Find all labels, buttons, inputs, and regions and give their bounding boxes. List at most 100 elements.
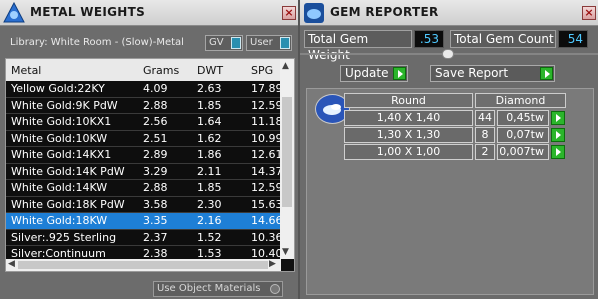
metal-name-cell: White Gold:14KW xyxy=(11,181,108,194)
table-row[interactable]: White Gold:18KW 3.35 2.16 14.66 xyxy=(6,213,281,230)
save-report-button[interactable]: Save Report xyxy=(430,65,555,82)
close-icon[interactable]: × xyxy=(582,6,596,20)
gem-row-play-icon[interactable] xyxy=(551,111,565,125)
user-toggle[interactable]: User xyxy=(246,35,292,51)
user-switch-icon xyxy=(280,37,290,49)
table-row[interactable]: Silver:.925 Sterling 2.37 1.52 10.36 xyxy=(6,229,281,246)
spg-cell: 17.89 xyxy=(251,82,281,95)
user-toggle-label: User xyxy=(250,37,273,48)
metal-name-cell: White Gold:18KW xyxy=(11,214,108,227)
col-dwt-header[interactable]: DWT xyxy=(197,64,245,77)
dwt-cell: 1.64 xyxy=(197,115,222,128)
gem-count-cell: 2 xyxy=(475,144,495,160)
grams-cell: 2.56 xyxy=(143,115,168,128)
gv-switch-icon xyxy=(231,37,241,49)
gem-size-cell: 1,40 X 1,40 xyxy=(344,110,473,126)
metal-name-cell: White Gold:18K PdW xyxy=(11,197,125,211)
metal-table-header: Metal Grams DWT SPG xyxy=(6,59,281,81)
gem-reporter-icon xyxy=(304,3,324,23)
dwt-cell: 1.85 xyxy=(197,181,222,194)
gv-toggle[interactable]: GV xyxy=(205,35,243,51)
metal-weights-icon xyxy=(3,1,25,23)
dwt-cell: 2.30 xyxy=(197,197,222,211)
gem-weight-cell: 0,45tw xyxy=(497,110,549,126)
update-button[interactable]: Update xyxy=(340,65,408,82)
table-row[interactable]: Yellow Gold:22KY 4.09 2.63 17.89 xyxy=(6,81,281,98)
use-object-materials-toggle[interactable]: Use Object Materials xyxy=(153,281,283,297)
col-grams-header[interactable]: Grams xyxy=(143,64,191,77)
table-row[interactable]: White Gold:9K PdW 2.88 1.85 12.59 xyxy=(6,97,281,114)
dwt-cell: 2.16 xyxy=(197,214,222,227)
table-row[interactable]: White Gold:10KW 2.51 1.62 10.99 xyxy=(6,130,281,147)
gem-size-cell: 1,00 X 1,00 xyxy=(344,144,473,160)
vertical-scroll-thumb[interactable] xyxy=(282,97,292,207)
metal-name-cell: Silver:.925 Sterling xyxy=(11,230,117,244)
scroll-right-icon[interactable]: ▶ xyxy=(269,259,276,269)
gv-toggle-label: GV xyxy=(209,37,224,48)
grams-cell: 3.29 xyxy=(143,164,168,178)
spg-cell: 12.61 xyxy=(251,148,281,161)
metal-table-body: Yellow Gold:22KY 4.09 2.63 17.89 White Gold:… xyxy=(6,81,281,263)
grams-cell: 2.88 xyxy=(143,181,168,194)
gem-report-area: Round Diamond 1,40 X 1,40 44 0,45tw 1,30 X … xyxy=(306,88,594,295)
metal-weights-panel: METAL WEIGHTS × Library: White Room - (S… xyxy=(0,0,298,299)
spg-cell: 15.63 xyxy=(251,197,281,211)
play-icon xyxy=(540,67,553,80)
gem-reporter-panel: GEM REPORTER × Total Gem Weight .53 Tota… xyxy=(300,0,598,299)
dwt-cell: 1.52 xyxy=(197,230,222,244)
vertical-scrollbar[interactable]: ▲ ▼ xyxy=(280,59,294,259)
total-gem-count-label: Total Gem Count xyxy=(450,30,556,48)
total-gem-weight-value: .53 xyxy=(414,30,444,48)
grams-cell: 3.35 xyxy=(143,214,168,227)
dwt-cell: 1.86 xyxy=(197,148,222,161)
close-icon[interactable]: × xyxy=(282,6,296,20)
dwt-cell: 2.11 xyxy=(197,164,222,178)
gem-reporter-title: GEM REPORTER xyxy=(330,5,439,19)
col-metal-header[interactable]: Metal xyxy=(11,64,137,77)
table-row[interactable]: White Gold:18K PdW 3.58 2.30 15.63 xyxy=(6,196,281,213)
metal-name-cell: White Gold:14K PdW xyxy=(11,164,125,178)
scroll-left-icon[interactable]: ◀ xyxy=(8,259,15,269)
grams-cell: 3.58 xyxy=(143,197,168,211)
grams-cell: 2.88 xyxy=(143,98,168,112)
radio-icon xyxy=(270,284,280,294)
metal-name-cell: White Gold:10KW xyxy=(11,131,108,145)
gem-count-cell: 8 xyxy=(475,127,495,143)
spg-cell: 14.66 xyxy=(251,214,281,227)
library-label: Library: White Room - (Slow)-Metal xyxy=(10,37,184,48)
horizontal-scroll-thumb[interactable] xyxy=(18,261,268,269)
table-row[interactable]: White Gold:14KW 2.88 1.85 12.59 xyxy=(6,180,281,197)
use-object-materials-label: Use Object Materials xyxy=(157,283,261,294)
dwt-cell: 1.85 xyxy=(197,98,222,112)
grams-cell: 4.09 xyxy=(143,82,168,95)
gem-count-cell: 44 xyxy=(475,110,495,126)
spg-cell: 10.99 xyxy=(251,131,281,145)
table-row[interactable]: White Gold:10KX1 2.56 1.64 11.18 xyxy=(6,114,281,131)
metal-name-cell: White Gold:10KX1 xyxy=(11,115,112,128)
spg-cell: 14.37 xyxy=(251,164,281,178)
gem-type-header: Diamond xyxy=(475,93,566,108)
table-row[interactable]: White Gold:14KX1 2.89 1.86 12.61 xyxy=(6,147,281,164)
grams-cell: 2.51 xyxy=(143,131,168,145)
dwt-cell: 1.62 xyxy=(197,131,222,145)
update-button-label: Update xyxy=(345,66,389,80)
scroll-down-icon[interactable]: ▼ xyxy=(282,247,289,257)
spg-cell: 12.59 xyxy=(251,181,281,194)
gem-row-play-icon[interactable] xyxy=(551,128,565,142)
gem-shape-header: Round xyxy=(344,93,473,108)
grams-cell: 2.89 xyxy=(143,148,168,161)
col-spg-header[interactable]: SPG xyxy=(251,64,281,77)
metal-weights-title: METAL WEIGHTS xyxy=(30,5,146,19)
table-row[interactable]: White Gold:14K PdW 3.29 2.11 14.37 xyxy=(6,163,281,180)
spg-cell: 10.36 xyxy=(251,230,281,244)
play-icon xyxy=(393,67,406,80)
gem-weight-cell: 0,07tw xyxy=(497,127,549,143)
gem-reporter-titlebar: GEM REPORTER × xyxy=(300,0,598,26)
splitter-handle[interactable] xyxy=(442,49,454,59)
gem-weight-cell: 0,007tw xyxy=(497,144,549,160)
horizontal-scrollbar[interactable]: ◀ ▶ xyxy=(6,259,281,271)
scroll-up-icon[interactable]: ▲ xyxy=(282,61,289,71)
total-gem-count-value: 54 xyxy=(558,30,588,48)
grams-cell: 2.37 xyxy=(143,230,168,244)
gem-row-play-icon[interactable] xyxy=(551,145,565,159)
